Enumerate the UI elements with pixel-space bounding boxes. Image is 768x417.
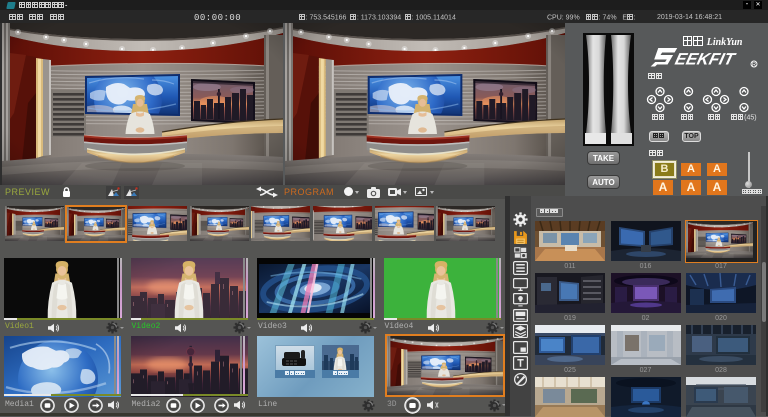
svg-text:R: R <box>752 62 756 68</box>
svg-text:EEKFIT: EEKFIT <box>673 50 738 69</box>
